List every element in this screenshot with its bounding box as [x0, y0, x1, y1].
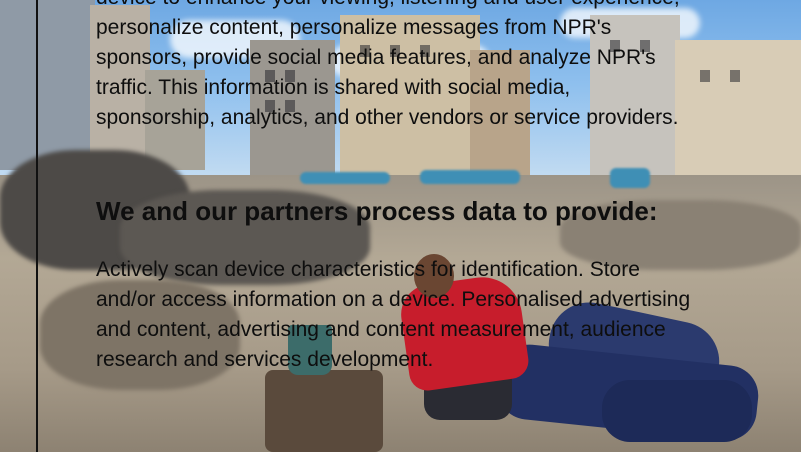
consent-text-panel: device to enhance your viewing, listenin… [96, 0, 801, 452]
purposes-line: research and services development. [96, 348, 434, 371]
purposes-line: and content, advertising and content mea… [96, 318, 666, 341]
intro-line: personalize content, personalize message… [96, 16, 612, 39]
purposes-list: Actively scan device characteristics for… [96, 255, 801, 375]
intro-line: device to enhance your viewing, listenin… [96, 0, 801, 13]
intro-line: traffic. This information is shared with… [96, 76, 571, 99]
purposes-line: and/or access information on a device. P… [96, 288, 691, 311]
intro-line: sponsors, provide social media features,… [96, 46, 656, 69]
purposes-line: Actively scan device characteristics for… [96, 258, 640, 281]
divider-line [36, 0, 38, 452]
consent-intro: device to enhance your viewing, listenin… [96, 0, 801, 133]
intro-line: sponsorship, analytics, and other vendor… [96, 106, 679, 129]
building-left [0, 0, 95, 170]
purposes-heading: We and our partners process data to prov… [96, 196, 658, 226]
